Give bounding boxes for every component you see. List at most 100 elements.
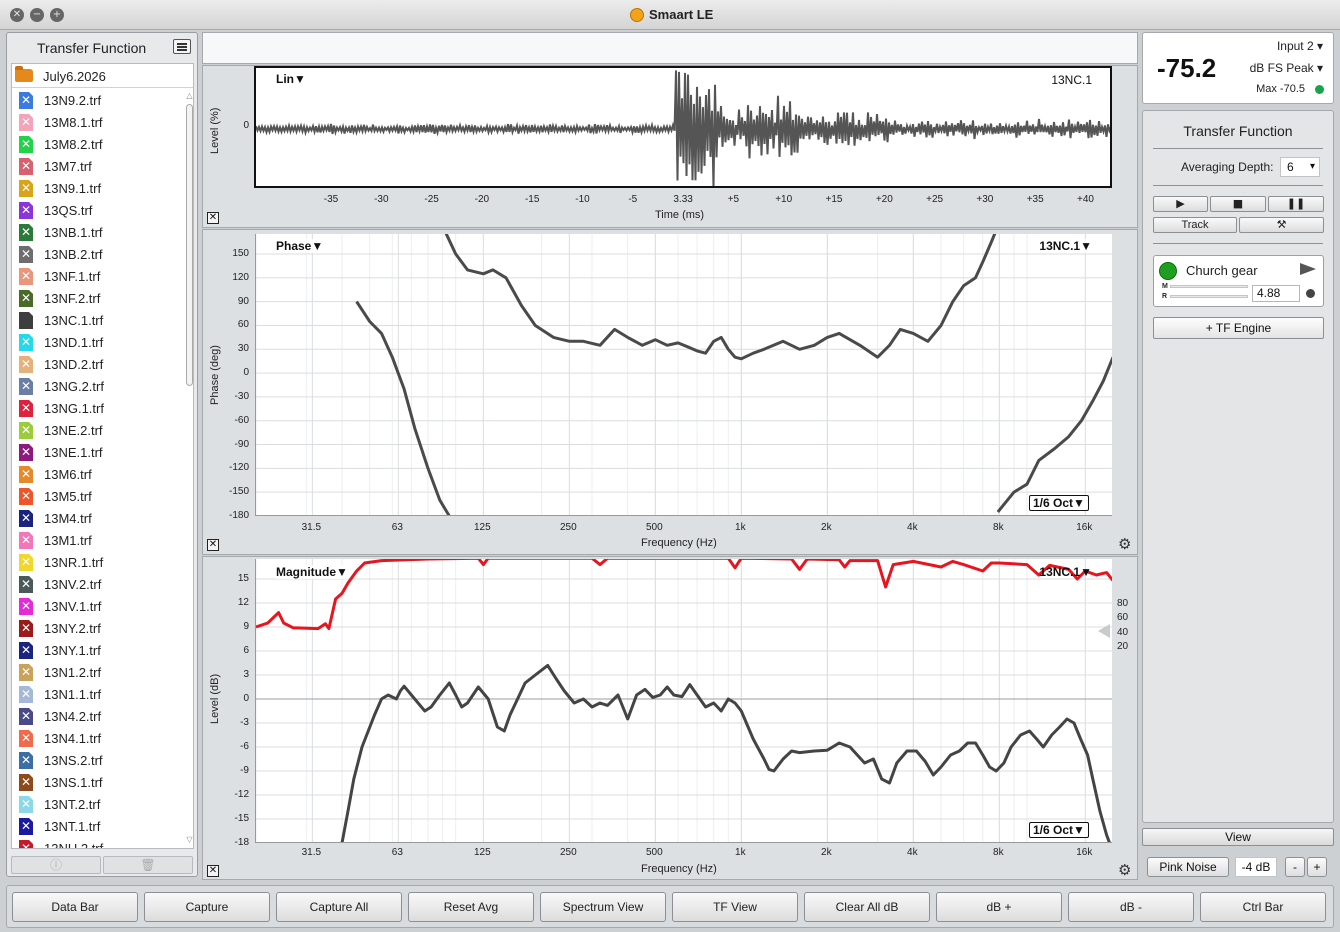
delay-field[interactable]: 4.88	[1252, 285, 1300, 302]
scroll-thumb[interactable]	[186, 104, 193, 386]
reset-avg-button[interactable]: Reset Avg	[408, 892, 534, 922]
view-button[interactable]: View	[1142, 828, 1334, 846]
minimize-window-button[interactable]: −	[30, 8, 44, 22]
phase-smoothing-select[interactable]: 1/6 Oct▼	[1029, 495, 1089, 511]
file-row[interactable]: ✕ 13NV.1.trf	[12, 595, 182, 617]
file-row[interactable]: ✕ 13N4.2.trf	[12, 705, 182, 727]
coherence-marker-icon[interactable]	[1098, 624, 1110, 638]
file-row[interactable]: ✕ 13N1.1.trf	[12, 683, 182, 705]
db-button[interactable]: dB +	[936, 892, 1062, 922]
tf-engine-card[interactable]: Church gear M R 4.88	[1153, 255, 1324, 307]
file-row[interactable]: ✕ 13NR.1.trf	[12, 551, 182, 573]
file-name: 13N9.2.trf	[44, 93, 102, 108]
level-decrease-button[interactable]: -	[1285, 857, 1305, 877]
file-browser-footer: ⓘ 🗑	[11, 856, 193, 874]
file-row[interactable]: ✕ 13N9.2.trf	[12, 89, 182, 111]
engine-play-icon[interactable]	[1300, 263, 1316, 275]
level-increase-button[interactable]: +	[1307, 857, 1327, 877]
file-row[interactable]: ✕ 13NV.2.trf	[12, 573, 182, 595]
file-row[interactable]: ✕ 13M8.2.trf	[12, 133, 182, 155]
file-row[interactable]: ✕ 13NF.1.trf	[12, 265, 182, 287]
file-row[interactable]: ✕ 13NG.1.trf	[12, 397, 182, 419]
tools-icon[interactable]: ⚒	[1239, 217, 1324, 233]
data-bar-button[interactable]: Data Bar	[12, 892, 138, 922]
panel-menu-icon[interactable]	[173, 39, 191, 54]
phase-trace-label[interactable]: 13NC.1▼	[1039, 239, 1092, 253]
add-tf-engine-button[interactable]: + TF Engine	[1153, 317, 1324, 339]
file-row[interactable]: ✕ 13NU.2.trf	[12, 837, 182, 848]
file-row[interactable]: ✕ 13NT.1.trf	[12, 815, 182, 837]
file-row[interactable]: ✕ 13NB.1.trf	[12, 221, 182, 243]
magnitude-smoothing-select[interactable]: 1/6 Oct▼	[1029, 822, 1089, 838]
clear-all-db-button[interactable]: Clear All dB	[804, 892, 930, 922]
pause-button[interactable]: ❚❚	[1268, 196, 1324, 212]
file-row[interactable]: ✕ 13NS.1.trf	[12, 771, 182, 793]
file-row[interactable]: ✕ 13M1.trf	[12, 529, 182, 551]
ctrl-bar-button[interactable]: Ctrl Bar	[1200, 892, 1326, 922]
db-button[interactable]: dB -	[1068, 892, 1194, 922]
file-row[interactable]: 13NC.1.trf	[12, 309, 182, 331]
file-name: 13ND.2.trf	[44, 357, 104, 372]
file-row[interactable]: ✕ 13ND.1.trf	[12, 331, 182, 353]
meter-unit-select[interactable]: dB FS Peak ▾	[1250, 61, 1323, 75]
file-row[interactable]: ✕ 13QS.trf	[12, 199, 182, 221]
file-row[interactable]: ✕ 13N1.2.trf	[12, 661, 182, 683]
impulse-close-icon[interactable]: ✕	[207, 212, 219, 224]
play-button[interactable]: ▶	[1153, 196, 1208, 212]
folder-row[interactable]: July6.2026	[12, 64, 193, 88]
magnitude-close-icon[interactable]: ✕	[207, 865, 219, 877]
close-window-button[interactable]: ✕	[10, 8, 24, 22]
phase-pane: Phase▼ 13NC.1▼ 1/6 Oct▼ 150 120 90 60 30 0 -30…	[202, 229, 1138, 555]
scroll-up-icon[interactable]: △	[185, 92, 193, 100]
magnitude-chart	[256, 559, 1112, 842]
scroll-down-icon[interactable]: ▽	[185, 836, 193, 844]
y-tick-label: -150	[228, 486, 249, 498]
delay-find-icon[interactable]	[1306, 289, 1315, 298]
file-row[interactable]: ✕ 13N4.1.trf	[12, 727, 182, 749]
file-row[interactable]: ✕ 13M7.trf	[12, 155, 182, 177]
meter-input-select[interactable]: Input 2 ▾	[1277, 39, 1323, 53]
pink-noise-button[interactable]: Pink Noise	[1147, 857, 1229, 877]
engine-status-led-icon[interactable]	[1159, 262, 1177, 280]
file-row[interactable]: ✕ 13N9.1.trf	[12, 177, 182, 199]
file-row[interactable]: ✕ 13NB.2.trf	[12, 243, 182, 265]
phase-title[interactable]: Phase▼	[276, 239, 324, 253]
magnitude-settings-gear-icon[interactable]: ⚙	[1118, 863, 1131, 878]
magnitude-title[interactable]: Magnitude▼	[276, 565, 348, 579]
magnitude-trace-label[interactable]: 13NC.1▼	[1039, 565, 1092, 579]
phase-close-icon[interactable]: ✕	[207, 539, 219, 551]
impulse-plot[interactable]: Lin▼ 13NC.1	[254, 66, 1112, 188]
file-name: 13NV.1.trf	[44, 599, 102, 614]
phase-plot[interactable]: Phase▼ 13NC.1▼ 1/6 Oct▼	[255, 234, 1112, 516]
file-row[interactable]: ✕ 13NE.2.trf	[12, 419, 182, 441]
file-row[interactable]: ✕ 13NY.2.trf	[12, 617, 182, 639]
file-row[interactable]: ✕ 13M4.trf	[12, 507, 182, 529]
trash-icon[interactable]: 🗑	[103, 856, 193, 874]
spectrum-view-button[interactable]: Spectrum View	[540, 892, 666, 922]
magnitude-plot[interactable]: Magnitude▼ 13NC.1▼ 1/6 Oct▼	[255, 559, 1112, 843]
capture-button[interactable]: Capture	[144, 892, 270, 922]
file-name: 13NE.1.trf	[44, 445, 103, 460]
capture-all-button[interactable]: Capture All	[276, 892, 402, 922]
file-row[interactable]: ✕ 13NE.1.trf	[12, 441, 182, 463]
phase-settings-gear-icon[interactable]: ⚙	[1118, 537, 1131, 552]
file-row[interactable]: ✕ 13NT.2.trf	[12, 793, 182, 815]
file-row[interactable]: ✕ 13NF.2.trf	[12, 287, 182, 309]
track-button[interactable]: Track	[1153, 217, 1237, 233]
reference-meter-bar	[1170, 295, 1248, 298]
stop-button[interactable]: ■	[1210, 196, 1266, 212]
info-icon[interactable]: ⓘ	[11, 856, 101, 874]
file-row[interactable]: ✕ 13ND.2.trf	[12, 353, 182, 375]
zoom-window-button[interactable]: +	[50, 8, 64, 22]
file-list-scrollbar[interactable]: △ ▽	[185, 92, 193, 844]
impulse-title[interactable]: Lin▼	[276, 72, 306, 86]
file-row[interactable]: ✕ 13M5.trf	[12, 485, 182, 507]
file-row[interactable]: ✕ 13NY.1.trf	[12, 639, 182, 661]
file-row[interactable]: ✕ 13M6.trf	[12, 463, 182, 485]
tf-view-button[interactable]: TF View	[672, 892, 798, 922]
generator-level-field[interactable]: -4 dB	[1235, 857, 1277, 877]
file-row[interactable]: ✕ 13NG.2.trf	[12, 375, 182, 397]
averaging-depth-select[interactable]: 6	[1280, 157, 1320, 177]
file-row[interactable]: ✕ 13M8.1.trf	[12, 111, 182, 133]
file-row[interactable]: ✕ 13NS.2.trf	[12, 749, 182, 771]
